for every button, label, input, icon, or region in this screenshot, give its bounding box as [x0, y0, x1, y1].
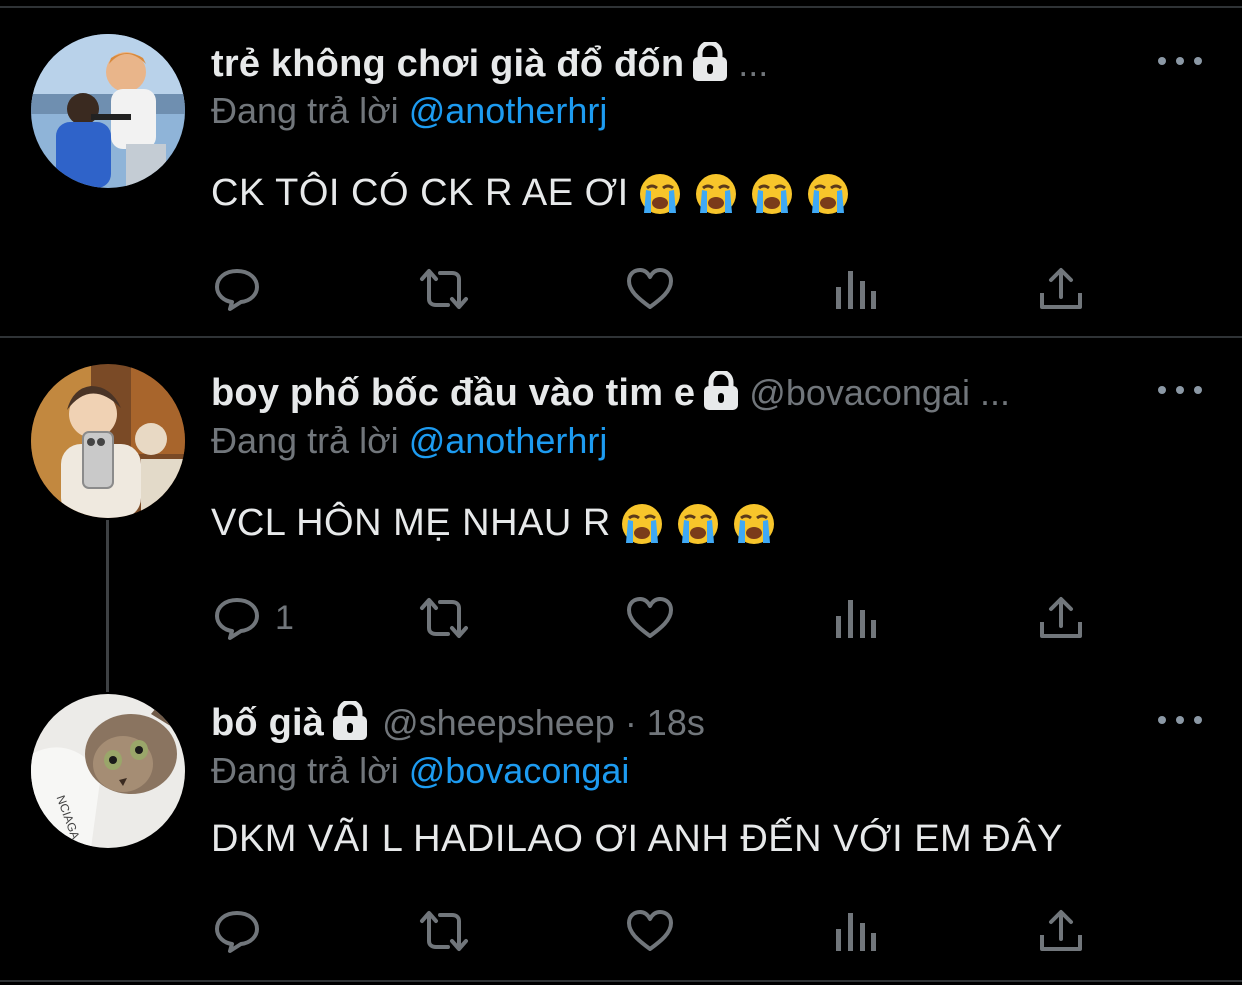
loudly-crying-face-icon — [639, 173, 681, 215]
replying-to-mention[interactable]: @anotherhrj — [409, 90, 608, 131]
lock-icon — [330, 699, 370, 746]
reply-button[interactable] — [213, 264, 275, 314]
loudly-crying-face-icon — [695, 173, 737, 215]
reply-bubble-icon — [215, 269, 259, 311]
reply-bubble-icon — [215, 911, 259, 953]
tweet-divider — [0, 336, 1242, 338]
loudly-crying-face-icon — [751, 173, 793, 215]
handle[interactable]: @sheepsheep · 18s — [382, 702, 705, 744]
share-button[interactable] — [1038, 906, 1084, 956]
loudly-crying-face-icon — [677, 503, 719, 545]
display-name[interactable]: bố già — [211, 702, 324, 745]
tweet-actions — [0, 906, 1242, 956]
like-button[interactable] — [625, 264, 675, 314]
lock-icon — [690, 40, 730, 87]
analytics-bars-icon — [836, 913, 876, 951]
avatar-1[interactable] — [31, 34, 185, 188]
tweet-header: boy phố bốc đầu vào tim e @bovacongai ..… — [211, 368, 1010, 418]
analytics-bars-icon — [836, 600, 876, 638]
replying-to-mention[interactable]: @bovacongai — [409, 750, 630, 791]
replying-to-label: Đang trả lời — [211, 750, 399, 791]
more-dots-icon[interactable] — [1158, 710, 1202, 730]
share-upload-icon — [1040, 268, 1082, 309]
display-name[interactable]: trẻ không chơi già đổ đốn — [211, 43, 684, 86]
reply-count: 1 — [275, 598, 294, 637]
replying-to-label: Đang trả lời — [211, 90, 399, 131]
retweet-icon — [420, 269, 468, 309]
tweet-header: bố già @sheepsheep · 18s — [211, 698, 705, 748]
display-name[interactable]: boy phố bốc đầu vào tim e — [211, 372, 695, 415]
retweet-icon — [420, 598, 468, 638]
top-border — [0, 0, 1242, 8]
loudly-crying-face-icon — [733, 503, 775, 545]
retweet-button[interactable] — [416, 264, 472, 314]
heart-icon — [627, 268, 673, 309]
tweet-header: trẻ không chơi già đổ đốn ... — [211, 39, 768, 89]
views-button[interactable] — [834, 906, 878, 956]
replying-to: Đang trả lời @anotherhrj — [211, 420, 607, 462]
reply-bubble-icon — [215, 598, 259, 640]
lock-icon — [701, 369, 741, 416]
tweet-text-content: VCL HÔN MẸ NHAU R — [211, 502, 611, 544]
replying-to-label: Đang trả lời — [211, 420, 399, 461]
replying-to: Đang trả lời @anotherhrj — [211, 90, 607, 132]
tweet-actions — [0, 264, 1242, 314]
tweet-divider — [0, 980, 1242, 982]
analytics-bars-icon — [836, 271, 876, 309]
reply-button[interactable] — [213, 906, 275, 956]
share-button[interactable] — [1038, 264, 1084, 314]
tweet-text: VCL HÔN MẸ NHAU R — [211, 502, 775, 545]
heart-icon — [627, 910, 673, 951]
retweet-button[interactable] — [416, 593, 472, 643]
views-button[interactable] — [834, 264, 878, 314]
retweet-button[interactable] — [416, 906, 472, 956]
tweet-actions: 1 — [0, 593, 1242, 643]
tweet-text-content: CK TÔI CÓ CK R AE ƠI — [211, 172, 629, 214]
views-button[interactable] — [834, 593, 878, 643]
loudly-crying-face-icon — [621, 503, 663, 545]
handle-truncated: ... — [738, 43, 769, 84]
share-upload-icon — [1040, 597, 1082, 638]
avatar-2[interactable] — [31, 364, 185, 518]
replying-to-mention[interactable]: @anotherhrj — [409, 420, 608, 461]
replying-to: Đang trả lời @bovacongai — [211, 750, 629, 792]
share-upload-icon — [1040, 910, 1082, 951]
like-button[interactable] — [625, 906, 675, 956]
reply-button[interactable]: 1 — [213, 593, 294, 643]
avatar-3[interactable]: NCIAGA — [31, 694, 185, 848]
share-button[interactable] — [1038, 593, 1084, 643]
more-dots-icon[interactable] — [1158, 51, 1202, 71]
more-dots-icon[interactable] — [1158, 380, 1202, 400]
like-button[interactable] — [625, 593, 675, 643]
heart-icon — [627, 597, 673, 638]
tweet-text: DKM VÃI L HADILAO ƠI ANH ĐẾN VỚI EM ĐÂY — [211, 818, 1063, 861]
handle[interactable]: @bovacongai ... — [749, 372, 1010, 414]
loudly-crying-face-icon — [807, 173, 849, 215]
tweet-text-content: DKM VÃI L HADILAO ƠI ANH ĐẾN VỚI EM ĐÂY — [211, 818, 1063, 860]
retweet-icon — [420, 911, 468, 951]
tweet-text: CK TÔI CÓ CK R AE ƠI — [211, 172, 849, 215]
